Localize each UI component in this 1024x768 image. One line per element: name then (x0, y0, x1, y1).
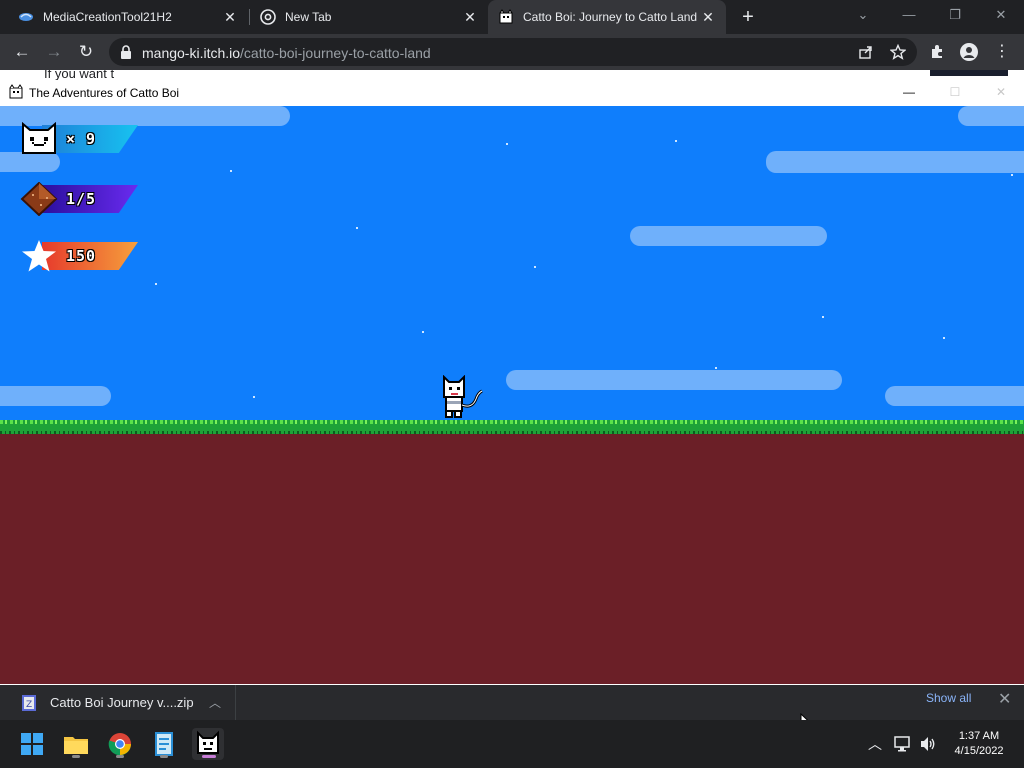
game-canvas[interactable]: × 9 1/5 150 (0, 106, 1024, 684)
lock-icon (121, 45, 131, 59)
new-tab-button[interactable]: + (737, 6, 759, 28)
windows-taskbar: ︿ 1:37 AM 4/15/2022 (0, 720, 1024, 768)
close-icon[interactable]: ✕ (222, 9, 238, 26)
hud-gems-count: 1/5 (66, 190, 97, 208)
tab-title: Catto Boi: Journey to Catto Land (523, 10, 698, 24)
download-item[interactable]: Z Catto Boi Journey v....zip ︿ (16, 685, 236, 720)
hud-lives-count: × 9 (66, 130, 97, 148)
file-explorer-button[interactable] (60, 728, 92, 760)
cloud (958, 106, 1024, 126)
webpage-text: If you want t (44, 70, 115, 80)
webpage-dark-block (930, 70, 1008, 76)
star-icon (22, 240, 56, 272)
grass-tufts (0, 420, 1024, 424)
catto-boi-player (443, 375, 483, 418)
svg-text:Z: Z (26, 700, 32, 710)
notepad-button[interactable] (148, 728, 180, 760)
minimize-icon[interactable]: — (886, 80, 932, 106)
sparkle (1011, 174, 1013, 176)
tab-title: New Tab (285, 10, 332, 24)
active-indicator (202, 755, 216, 758)
sparkle (506, 143, 508, 145)
chrome-taskbar-button[interactable] (104, 728, 136, 760)
url-path: /catto-boi-journey-to-catto-land (240, 45, 431, 61)
extensions-icon[interactable] (929, 44, 945, 60)
system-clock[interactable]: 1:37 AM 4/15/2022 (950, 729, 1008, 759)
cat-face-icon (22, 122, 56, 154)
game-window: The Adventures of Catto Boi — ☐ ✕ × 9 1/… (0, 80, 1024, 685)
reload-button[interactable]: ↻ (74, 40, 98, 64)
cloud (885, 386, 1024, 406)
sparkle (715, 367, 717, 369)
dirt-ground (0, 434, 1024, 684)
sparkle (356, 227, 358, 229)
browser-toolbar: ← → ↻ mango-ki.itch.io/catto-boi-journey… (0, 34, 1024, 70)
profile-icon[interactable] (960, 43, 978, 61)
tab-catto-boi[interactable]: Catto Boi: Journey to Catto Land ✕ (488, 0, 726, 34)
forward-button[interactable]: → (42, 40, 66, 64)
url-host: mango-ki.itch.io (142, 45, 241, 61)
cloud (766, 151, 1024, 173)
cloud (630, 226, 827, 246)
gem-icon (20, 182, 58, 216)
show-all-link[interactable]: Show all (926, 691, 971, 705)
close-icon[interactable]: ✕ (462, 9, 478, 26)
sparkle (943, 337, 945, 339)
sparkle (422, 331, 424, 333)
cloud (506, 370, 842, 390)
running-indicator (116, 755, 124, 758)
chevron-up-icon[interactable]: ︿ (868, 734, 882, 754)
sparkle (675, 140, 677, 142)
volume-icon[interactable] (919, 736, 937, 752)
game-window-title: The Adventures of Catto Boi (29, 86, 180, 100)
menu-kebab-icon[interactable]: ⋮ (990, 40, 1014, 64)
media-tool-icon (19, 13, 33, 21)
share-icon[interactable] (858, 44, 874, 60)
clock-time: 1:37 AM (958, 730, 1000, 742)
close-icon[interactable]: ✕ (998, 689, 1011, 709)
maximize-icon[interactable]: ☐ (932, 80, 978, 106)
webpage-behind: If you want t (0, 70, 1024, 80)
address-bar[interactable]: mango-ki.itch.io/catto-boi-journey-to-ca… (109, 38, 917, 66)
running-indicator (72, 755, 80, 758)
bookmark-star-icon[interactable] (890, 44, 906, 60)
sparkle (822, 316, 824, 318)
cloud (0, 386, 111, 406)
clock-date: 4/15/2022 (954, 745, 1004, 757)
sparkle (253, 396, 255, 398)
hud-score-value: 150 (66, 247, 97, 265)
tab-strip: MediaCreationTool21H2 ✕ New Tab ✕ Catto … (0, 0, 1024, 34)
chevron-up-icon[interactable]: ︿ (209, 694, 221, 711)
zip-file-icon: Z (22, 694, 36, 711)
chrome-icon (260, 9, 276, 25)
close-icon[interactable]: ✕ (700, 9, 716, 26)
running-indicator (160, 755, 168, 758)
sparkle (230, 170, 232, 172)
catto-boi-taskbar-button[interactable] (192, 728, 224, 760)
back-button[interactable]: ← (10, 40, 34, 64)
tab-title: MediaCreationTool21H2 (43, 10, 172, 24)
hud-gems: 1/5 (20, 182, 140, 216)
hud-lives: × 9 (20, 122, 140, 156)
restore-icon[interactable]: ❐ (932, 0, 978, 32)
cat-icon (9, 84, 23, 99)
download-bar: Z Catto Boi Journey v....zip ︿ Show all … (0, 685, 1024, 731)
game-window-titlebar[interactable]: The Adventures of Catto Boi — ☐ ✕ (0, 80, 1024, 106)
url-text: mango-ki.itch.io/catto-boi-journey-to-ca… (142, 45, 431, 61)
network-icon[interactable] (894, 736, 912, 752)
minimize-icon[interactable]: — (886, 0, 932, 32)
tab-mediacreationtool[interactable]: MediaCreationTool21H2 ✕ (8, 0, 248, 34)
cat-icon (499, 9, 513, 24)
close-window-icon[interactable]: ✕ (978, 0, 1024, 32)
sparkle (155, 283, 157, 285)
tab-new-tab[interactable]: New Tab ✕ (250, 0, 488, 34)
close-icon[interactable]: ✕ (978, 80, 1024, 106)
windows-start-icon[interactable] (16, 728, 48, 760)
download-filename: Catto Boi Journey v....zip (50, 695, 194, 710)
tab-search-icon[interactable]: ⌄ (840, 0, 886, 32)
sparkle (534, 266, 536, 268)
hud-score: 150 (20, 239, 140, 273)
